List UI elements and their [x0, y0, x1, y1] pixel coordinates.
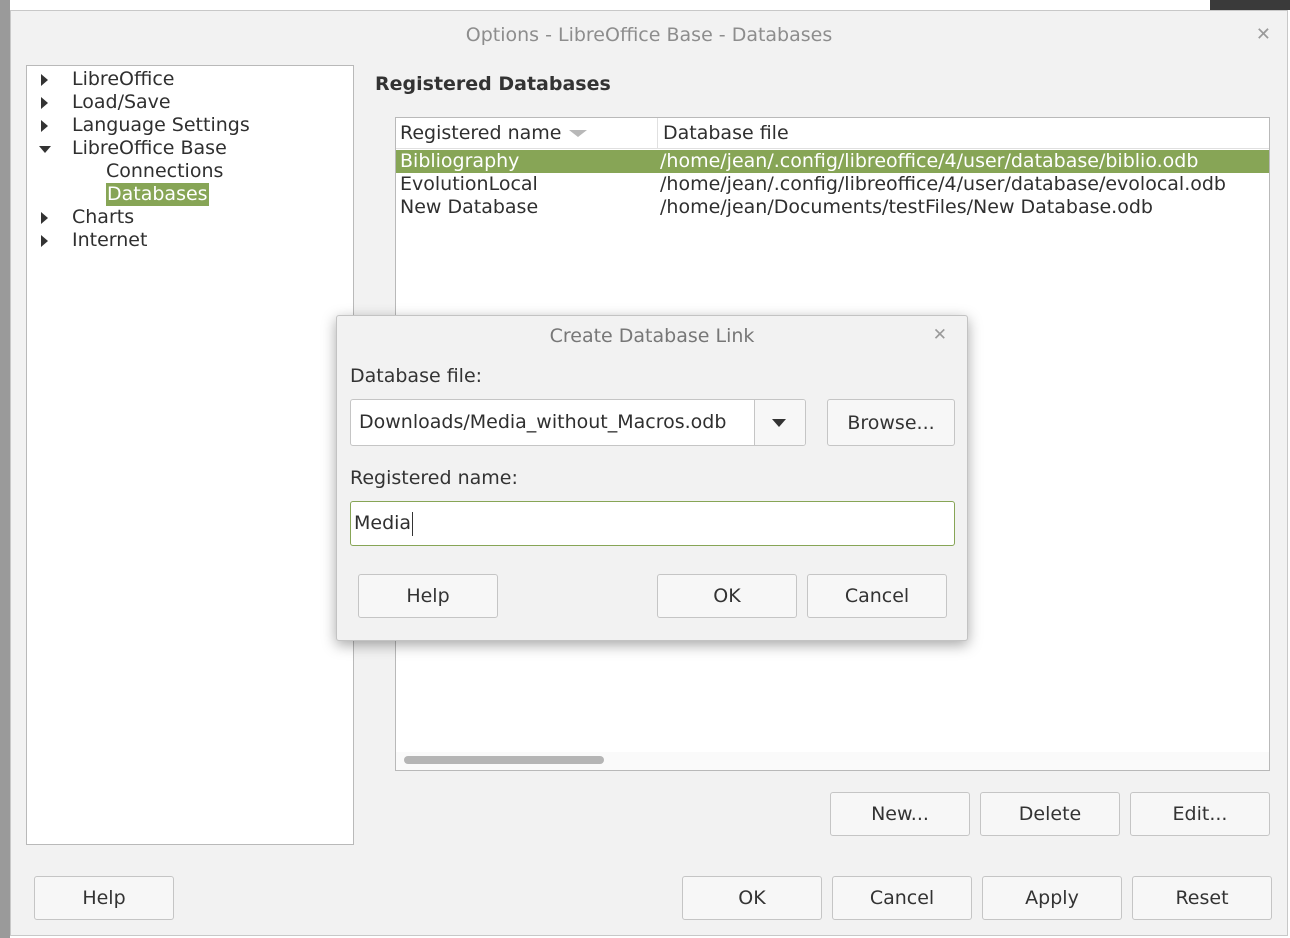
desktop-strip — [1210, 0, 1290, 10]
table-row[interactable]: EvolutionLocal /home/jean/.config/libreo… — [396, 173, 1269, 196]
registered-name-input[interactable]: Media — [350, 501, 955, 546]
cancel-button[interactable]: Cancel — [832, 876, 972, 920]
edit-button[interactable]: Edit... — [1130, 792, 1270, 836]
section-title: Registered Databases — [375, 73, 611, 95]
sort-descending-icon[interactable] — [569, 130, 587, 137]
dialog-title: Create Database Link — [549, 325, 755, 347]
close-icon[interactable]: ✕ — [933, 325, 947, 345]
column-header-registered-name[interactable]: Registered name — [400, 122, 561, 144]
horizontal-scrollbar[interactable] — [396, 752, 1269, 770]
dialog-ok-button[interactable]: OK — [657, 574, 797, 618]
scrollbar-thumb[interactable] — [404, 756, 604, 764]
reset-button[interactable]: Reset — [1132, 876, 1272, 920]
table-row[interactable]: New Database /home/jean/Documents/testFi… — [396, 196, 1269, 219]
create-database-link-dialog: Create Database Link ✕ Database file: Do… — [336, 315, 968, 641]
desktop-strip — [0, 0, 10, 938]
delete-button[interactable]: Delete — [980, 792, 1120, 836]
help-button[interactable]: Help — [34, 876, 174, 920]
text-caret — [412, 511, 414, 536]
dialog-cancel-button[interactable]: Cancel — [807, 574, 947, 618]
dialog-help-button[interactable]: Help — [358, 574, 498, 618]
new-button[interactable]: New... — [830, 792, 970, 836]
chevron-down-icon — [772, 419, 786, 427]
database-file-label: Database file: — [350, 365, 483, 387]
column-header-database-file[interactable]: Database file — [663, 122, 789, 144]
registered-name-label: Registered name: — [350, 467, 518, 489]
table-row[interactable]: Bibliography /home/jean/.config/libreoff… — [396, 150, 1269, 173]
options-tree: LibreOffice Load/Save Language Settings … — [26, 65, 354, 845]
expand-arrow-icon[interactable] — [41, 97, 48, 109]
list-header: Registered name Database file — [396, 118, 1269, 149]
database-file-input[interactable]: Downloads/Media_without_Macros.odb — [359, 400, 749, 445]
apply-button[interactable]: Apply — [982, 876, 1122, 920]
expand-arrow-icon[interactable] — [41, 212, 48, 224]
ok-button[interactable]: OK — [682, 876, 822, 920]
expand-arrow-icon[interactable] — [41, 74, 48, 86]
dropdown-button[interactable] — [754, 400, 805, 445]
window-title: Options - LibreOffice Base - Databases — [465, 24, 833, 46]
column-separator[interactable] — [657, 118, 658, 148]
expand-arrow-icon[interactable] — [41, 120, 48, 132]
collapse-arrow-icon[interactable] — [39, 146, 51, 153]
close-icon[interactable]: ✕ — [1256, 24, 1271, 45]
expand-arrow-icon[interactable] — [41, 235, 48, 247]
registered-name-value: Media — [354, 512, 412, 534]
browse-button[interactable]: Browse... — [827, 399, 955, 446]
database-file-combobox[interactable]: Downloads/Media_without_Macros.odb — [350, 399, 806, 446]
